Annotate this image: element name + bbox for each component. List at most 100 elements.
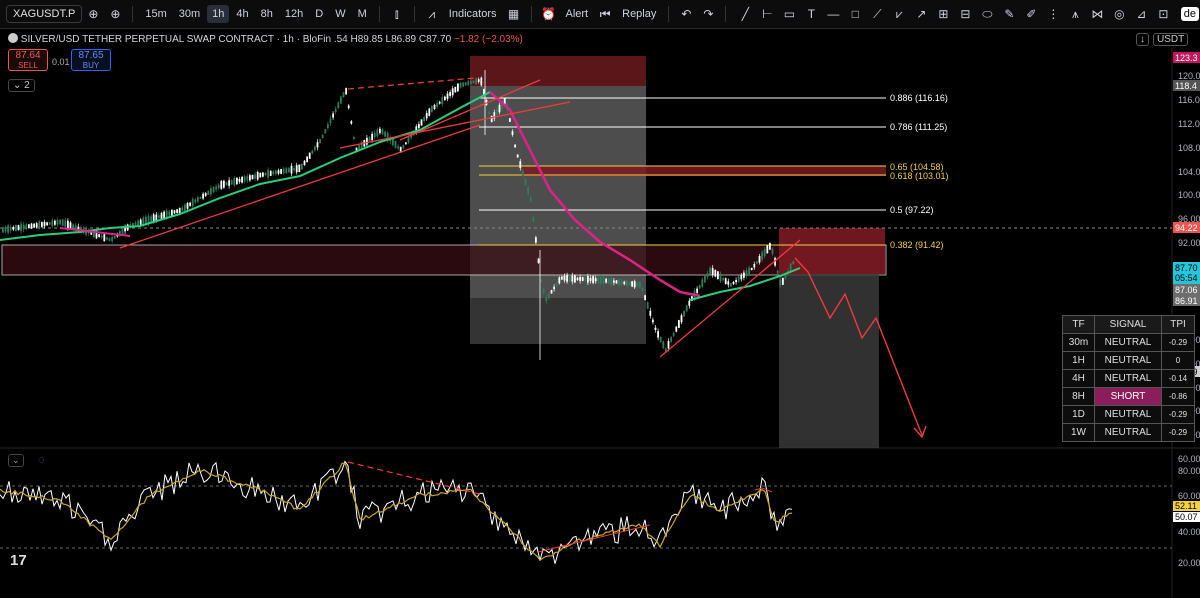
price-tick: 120.00: [1178, 71, 1200, 81]
candle-body: [150, 216, 152, 222]
timeframe-4h[interactable]: 4h: [231, 5, 253, 23]
layouts-icon[interactable]: ▦: [503, 7, 525, 21]
candle-body: [113, 235, 116, 239]
range-icon[interactable]: ⊡: [1152, 7, 1174, 22]
timeframe-w[interactable]: W: [330, 5, 350, 23]
candle-body: [493, 112, 496, 119]
download-icon[interactable]: ↓: [1136, 33, 1149, 46]
forecast-icon[interactable]: ⊿: [1130, 7, 1152, 22]
sell-button[interactable]: 87.64 SELL: [8, 49, 48, 71]
candle-body: [503, 97, 506, 106]
undo-icon[interactable]: ↶: [675, 7, 697, 21]
candle-style-icon[interactable]: ⫾: [386, 7, 408, 22]
indicators-collapse-toggle[interactable]: ⌄ 2: [8, 79, 35, 92]
candle-body: [644, 295, 646, 300]
alert-icon[interactable]: ⏰: [538, 7, 560, 21]
osc-tick: 20.00: [1178, 558, 1200, 568]
symbol-search[interactable]: XAGUSDT.P: [6, 5, 83, 23]
drawing-tools: ╱ ⊢ ▭ T — □ ⟋ ⩗ ↗ ⊞ ⊟ ⬭ ✎ ✐ ⋮ ⩚ ⋈ ◎ ⊿ ⊡: [734, 7, 1174, 22]
candle-body: [626, 280, 628, 287]
horizontal-ray-icon[interactable]: ⊢: [756, 7, 778, 22]
oscillator-pane[interactable]: 80.00 60.00 40.00 20.00 52.11 50.07: [0, 460, 1200, 569]
candle-body: [480, 77, 483, 86]
candle-body: [43, 222, 46, 227]
candle-body: [371, 134, 373, 141]
ellipse-icon[interactable]: ⬭: [976, 7, 998, 22]
candle-body: [368, 137, 371, 141]
trendline-rising[interactable]: [339, 101, 571, 149]
replay-icon[interactable]: ⏮: [594, 7, 616, 22]
arrow-icon[interactable]: ↗: [910, 7, 932, 22]
candle-body: [340, 96, 342, 104]
candle-body: [373, 132, 376, 138]
osc-settings-icon[interactable]: ◌: [38, 454, 45, 466]
candle-body: [709, 267, 711, 275]
redo-icon[interactable]: ↷: [697, 7, 719, 21]
candle-body: [360, 142, 363, 149]
highlighter-icon[interactable]: ✐: [1020, 7, 1042, 22]
tpi-row: 1H NEUTRAL 0: [1062, 351, 1195, 370]
candle-body: [256, 172, 259, 180]
candle-body: [264, 173, 267, 176]
price-chart[interactable]: 0.886 (116.16) 0.786 (111.25) 0.65 (104.…: [0, 0, 1200, 598]
elliott-icon[interactable]: ⋈: [1086, 7, 1108, 22]
candle-body: [610, 277, 613, 286]
trendline-icon[interactable]: ╱: [734, 7, 756, 22]
callout-icon[interactable]: ▭: [778, 7, 800, 22]
horizontal-line-icon[interactable]: —: [822, 7, 844, 22]
timeframe-8h[interactable]: 8h: [256, 5, 278, 23]
trendline-rebound[interactable]: [659, 239, 801, 358]
short-signal-badge: SHORT: [1094, 387, 1162, 406]
candle-body: [121, 228, 124, 235]
candle-body: [126, 224, 129, 231]
trendline-upper[interactable]: [399, 79, 541, 141]
indicators-button[interactable]: Indicators: [444, 5, 502, 23]
replay-button[interactable]: Replay: [617, 5, 661, 23]
pattern-icon[interactable]: ⩗: [888, 7, 910, 22]
projection-path[interactable]: [794, 257, 923, 436]
brush-icon[interactable]: ✎: [998, 7, 1020, 22]
timeframe-m[interactable]: M: [353, 5, 372, 23]
timeframe-30m[interactable]: 30m: [174, 5, 205, 23]
alert-button[interactable]: Alert: [561, 5, 594, 23]
candle-body: [561, 276, 563, 280]
candle-body: [654, 327, 657, 330]
timeframe-1h[interactable]: 1h: [207, 5, 230, 23]
currency-selector[interactable]: USDT: [1153, 33, 1189, 46]
candle-body: [550, 290, 553, 294]
candle-body: [220, 181, 223, 189]
price-label: 94.22: [1175, 223, 1198, 233]
compare-icon[interactable]: ⊕: [82, 7, 104, 21]
candle-body: [314, 146, 316, 151]
indicators-icon[interactable]: ⩘: [421, 7, 443, 22]
divergence-line[interactable]: [347, 77, 476, 90]
fib-icon[interactable]: ⋮: [1042, 7, 1064, 22]
candle-body: [38, 221, 41, 229]
chart-title[interactable]: SILVER/USD TETHER PERPETUAL SWAP CONTRAC…: [21, 34, 331, 45]
candle-body: [763, 249, 766, 257]
rectangle-icon[interactable]: □: [844, 7, 866, 22]
candle-body: [545, 297, 548, 302]
text-icon[interactable]: T: [800, 7, 822, 22]
candle-body: [124, 227, 126, 232]
xabcd-icon[interactable]: ⩚: [1064, 7, 1086, 22]
timeframe-d[interactable]: D: [310, 5, 328, 23]
trendline-support[interactable]: [119, 124, 481, 249]
long-position-icon[interactable]: ⊞: [932, 7, 954, 22]
timeframe-15m[interactable]: 15m: [140, 5, 171, 23]
cycle-icon[interactable]: ◎: [1108, 7, 1130, 22]
timeframe-12h[interactable]: 12h: [280, 5, 308, 23]
buy-button[interactable]: 87.65 BUY: [71, 49, 111, 71]
add-symbol-icon[interactable]: ⊕: [104, 7, 126, 21]
short-target-zone: [779, 274, 879, 448]
candle-body: [171, 209, 173, 216]
candle-body: [204, 193, 207, 196]
osc-collapse-toggle[interactable]: ⌄: [8, 454, 24, 467]
fib-retracement[interactable]: 0.886 (116.16) 0.786 (111.25) 0.65 (104.…: [479, 93, 949, 250]
short-position-icon[interactable]: ⊟: [954, 7, 976, 22]
candle-body: [210, 188, 212, 195]
more-button[interactable]: de: [1180, 7, 1199, 21]
path-icon[interactable]: ⟋: [866, 7, 888, 22]
candle-body: [334, 108, 337, 113]
candle-body: [308, 152, 311, 159]
